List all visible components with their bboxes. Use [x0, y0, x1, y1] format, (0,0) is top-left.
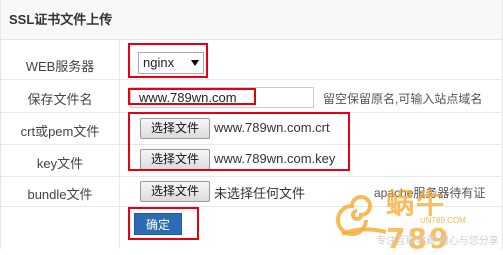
panel-title: SSL证书文件上传	[1, 0, 502, 40]
label-save-name: 保存文件名	[27, 92, 93, 107]
label-web-server: WEB服务器	[25, 59, 95, 74]
bundle-filename: 未选择任何文件	[214, 186, 306, 201]
highlight-box	[128, 88, 256, 105]
bundle-choose-file-button[interactable]: 选择文件	[140, 181, 210, 202]
row-divider	[1, 79, 503, 80]
highlight-box	[128, 207, 199, 240]
save-name-hint: 留空保留原名,可输入站点域名	[323, 92, 483, 106]
label-key-file: key文件	[36, 156, 84, 171]
label-bundle-file: bundle文件	[27, 187, 93, 202]
highlight-box	[128, 112, 350, 171]
watermark-sub-text: UN789.COM	[420, 216, 466, 225]
watermark-logo: 蜗牛789 UN789.COM 专注互联收藏 用心与您分享	[328, 180, 503, 255]
watermark-slogan: 专注互联收藏 用心与您分享	[376, 236, 499, 247]
ssl-upload-panel: SSL证书文件上传 WEB服务器 保存文件名 crt或pem文件 key文件 b…	[0, 0, 503, 255]
row-divider	[1, 176, 503, 177]
label-crt-file: crt或pem文件	[20, 124, 100, 139]
highlight-box	[128, 43, 208, 78]
